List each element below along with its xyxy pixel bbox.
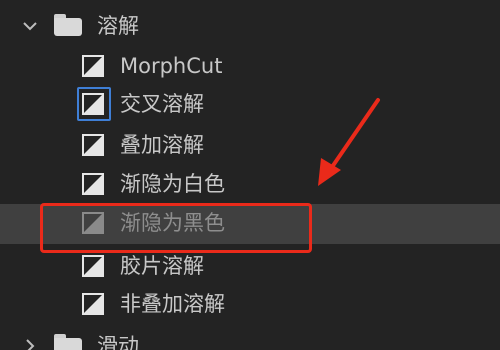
item-label: MorphCut [120,54,223,78]
transition-icon [82,255,104,277]
folder-row-dissolve[interactable]: 溶解 [0,6,500,46]
chevron-down-icon[interactable] [20,16,40,36]
folder-label-dissolve: 溶解 [97,14,139,38]
transition-icon [82,134,104,156]
transition-icon [82,173,104,195]
item-label: 胶片溶解 [120,254,204,278]
item-label: 渐隐为白色 [120,172,225,196]
folder-icon [54,334,82,350]
item-label: 叠加溶解 [120,133,204,157]
annotation-highlight-box [40,203,312,253]
list-item[interactable]: MorphCut [0,46,500,86]
transition-icon [82,93,104,115]
transition-icon [82,293,104,315]
list-item[interactable]: 渐隐为白色 [0,164,500,204]
chevron-right-icon[interactable] [20,336,40,350]
item-label: 非叠加溶解 [120,292,225,316]
folder-row-slide[interactable]: 滑动 [0,326,500,350]
item-label: 交叉溶解 [120,92,204,116]
folder-label-slide: 滑动 [97,334,139,350]
list-item[interactable]: 交叉溶解 [0,84,500,124]
list-item[interactable]: 非叠加溶解 [0,284,500,324]
effects-panel: 溶解 MorphCut 交叉溶解 叠加溶解 渐隐为白色 渐隐为黑色 胶片溶解 非… [0,0,500,350]
folder-icon [54,14,82,36]
list-item[interactable]: 叠加溶解 [0,125,500,165]
transition-icon [82,55,104,77]
